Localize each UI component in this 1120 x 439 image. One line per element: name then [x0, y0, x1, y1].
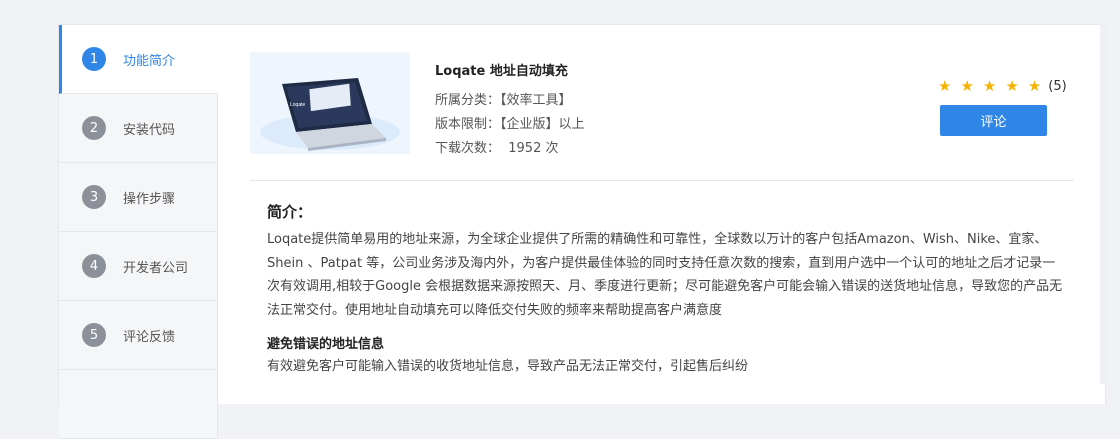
app-thumbnail: Loqate	[250, 52, 410, 154]
star-icon: ★	[1005, 77, 1019, 95]
step-number: 2	[82, 116, 106, 140]
sidebar-item-label: 操作步骤	[123, 191, 176, 207]
step-number: 1	[82, 47, 106, 71]
divider	[250, 180, 1074, 181]
sidebar-nav: 1 功能简介 2 安装代码 3 操作步骤 4 开发者公司 5 评论反馈	[59, 25, 218, 439]
sidebar-item-developer[interactable]: 4 开发者公司	[59, 232, 218, 301]
feature-description: 有效避免客户可能输入错误的收货地址信息，导致产品无法正常交付，引起售后纠纷	[267, 359, 749, 374]
app-version-limit: 版本限制：【企业版】以上	[435, 117, 585, 132]
app-category: 所属分类：【效率工具】	[435, 93, 572, 108]
star-icon: ★	[1027, 77, 1042, 95]
sidebar-item-label: 安装代码	[123, 122, 176, 138]
intro-body: Loqate提供简单易用的地址来源，为全球企业提供了所需的精确性和可靠性，全球数…	[267, 232, 1063, 318]
sidebar-item-reviews[interactable]: 5 评论反馈	[59, 301, 218, 370]
step-number: 5	[82, 323, 106, 347]
plugin-detail-panel: 1 功能简介 2 安装代码 3 操作步骤 4 开发者公司 5 评论反馈 Loqa…	[58, 24, 1106, 439]
sidebar-item-features[interactable]: 1 功能简介	[59, 25, 218, 94]
app-title: Loqate 地址自动填充	[435, 64, 568, 79]
star-icon: ★	[960, 77, 974, 95]
sidebar-item-label: 功能简介	[123, 53, 176, 69]
sidebar-item-more	[59, 370, 218, 439]
sidebar-item-label: 评论反馈	[123, 329, 176, 345]
laptop-illustration: Loqate	[260, 78, 400, 151]
step-number: 3	[82, 185, 106, 209]
star-icon: ★	[938, 77, 952, 95]
step-number: 4	[82, 254, 106, 278]
scrollbar[interactable]	[1100, 24, 1106, 384]
main-content: Loqate Loqate 地址自动填充 所属分类：【效率工具】 版本限制：【企…	[250, 25, 1076, 385]
svg-text:Loqate: Loqate	[290, 102, 306, 108]
feature-heading: 避免错误的地址信息	[267, 337, 385, 352]
review-button[interactable]: 评论	[940, 105, 1047, 136]
app-downloads: 下载次数： 1952 次	[435, 141, 559, 156]
rating-count: (5)	[1048, 78, 1067, 94]
sidebar-item-steps[interactable]: 3 操作步骤	[59, 163, 218, 232]
sidebar-item-install-code[interactable]: 2 安装代码	[59, 94, 218, 163]
intro-heading: 简介：	[267, 203, 313, 221]
star-icon: ★	[982, 77, 997, 95]
sidebar-item-label: 开发者公司	[123, 260, 189, 276]
rating: ★ ★ ★ ★ ★ (5)	[938, 78, 1067, 94]
